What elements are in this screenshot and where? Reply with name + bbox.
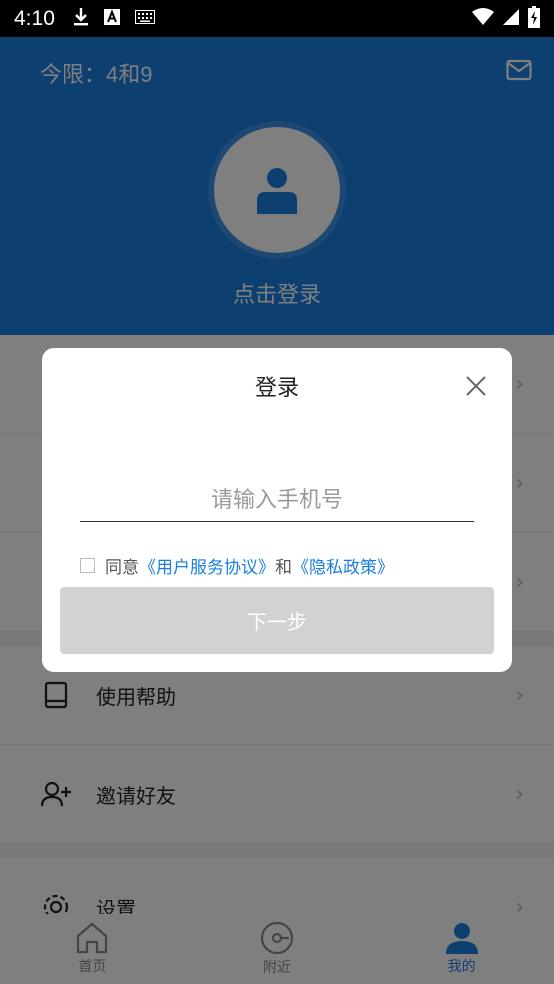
login-dialog: 登录 同意 《用户服务协议》 和 《隐私政策》 下一步 xyxy=(42,348,512,672)
keyboard-icon xyxy=(134,9,155,28)
agreement-row: 同意 《用户服务协议》 和 《隐私政策》 xyxy=(80,553,394,578)
status-bar: 4:10 xyxy=(0,0,554,37)
signal-icon xyxy=(502,8,520,30)
dialog-title: 登录 xyxy=(254,376,299,401)
agree-and: 和 xyxy=(275,558,292,578)
phone-input[interactable] xyxy=(80,480,474,522)
wifi-icon xyxy=(472,7,494,30)
status-right xyxy=(472,5,540,32)
close-icon[interactable] xyxy=(464,374,488,398)
status-time: 4:10 xyxy=(14,6,55,30)
next-button[interactable]: 下一步 xyxy=(60,587,494,654)
font-a-icon xyxy=(103,8,121,30)
battery-icon xyxy=(528,5,540,32)
agree-checkbox[interactable] xyxy=(80,558,95,573)
privacy-policy-link[interactable]: 《隐私政策》 xyxy=(292,553,394,578)
user-agreement-link[interactable]: 《用户服务协议》 xyxy=(139,553,275,578)
download-icon xyxy=(73,7,89,31)
agree-prefix: 同意 xyxy=(105,558,139,578)
